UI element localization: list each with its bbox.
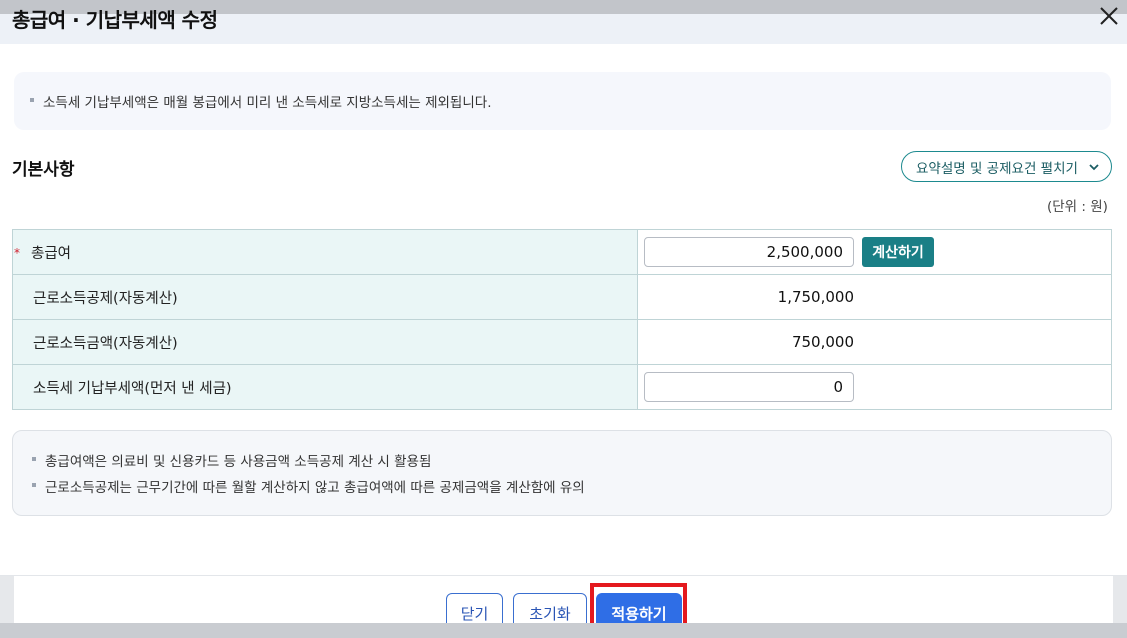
info-line-text: 총급여액은 의료비 및 신용카드 등 사용금액 소득공제 계산 시 활용됨 bbox=[45, 454, 432, 470]
footer-divider bbox=[0, 575, 1127, 576]
required-mark: * bbox=[14, 245, 20, 260]
info-line: 총급여액은 의료비 및 신용카드 등 사용금액 소득공제 계산 시 활용됨 bbox=[32, 450, 431, 470]
table-row: 근로소득금액(자동계산) 750,000 bbox=[12, 319, 1112, 365]
row-label: 근로소득공제(자동계산) bbox=[33, 290, 178, 307]
close-icon bbox=[1100, 7, 1118, 25]
earned-income-amount-value: 750,000 bbox=[791, 333, 854, 351]
chevron-down-icon bbox=[1089, 164, 1099, 171]
row-value-cell bbox=[637, 364, 1112, 410]
bullet-icon bbox=[32, 457, 36, 461]
row-value-cell: 750,000 bbox=[637, 319, 1112, 365]
form-table: * 총급여 계산하기 근로소득공제(자동계산) 1,750,000 근로소득금액(… bbox=[12, 229, 1112, 410]
notice-text: 소득세 기납부세액은 매월 봉급에서 미리 낸 소득세로 지방소득세는 제외됩니… bbox=[30, 91, 491, 111]
backdrop-bottom bbox=[0, 623, 1127, 638]
row-label: 소득세 기납부세액(먼저 낸 세금) bbox=[33, 380, 232, 397]
row-label-cell: 근로소득공제(자동계산) bbox=[12, 274, 638, 320]
table-row: 소득세 기납부세액(먼저 낸 세금) bbox=[12, 364, 1112, 410]
modal-title: 총급여 · 기납부세액 수정 bbox=[12, 8, 218, 32]
modal-dialog: 총급여 · 기납부세액 수정 소득세 기납부세액은 매월 봉급에서 미리 낸 소… bbox=[0, 0, 1127, 638]
calculate-button[interactable]: 계산하기 bbox=[862, 237, 934, 267]
expand-summary-button[interactable]: 요약설명 및 공제요건 펼치기 bbox=[901, 151, 1112, 182]
earned-income-deduction-value: 1,750,000 bbox=[777, 288, 854, 306]
row-label: 총급여 bbox=[31, 245, 72, 262]
row-label-cell: * 총급여 bbox=[12, 229, 638, 275]
bullet-icon bbox=[32, 483, 36, 487]
row-value-cell: 계산하기 bbox=[637, 229, 1112, 275]
prepaid-tax-input[interactable] bbox=[644, 372, 854, 402]
info-box bbox=[12, 430, 1112, 516]
row-label-cell: 소득세 기납부세액(먼저 낸 세금) bbox=[12, 364, 638, 410]
section-title: 기본사항 bbox=[12, 160, 75, 180]
close-button[interactable] bbox=[1097, 4, 1121, 28]
expand-summary-label: 요약설명 및 공제요건 펼치기 bbox=[916, 160, 1078, 177]
row-label: 근로소득금액(자동계산) bbox=[33, 335, 178, 352]
total-salary-input[interactable] bbox=[644, 237, 854, 267]
table-row: * 총급여 계산하기 bbox=[12, 229, 1112, 275]
notice-label: 소득세 기납부세액은 매월 봉급에서 미리 낸 소득세로 지방소득세는 제외됩니… bbox=[43, 95, 492, 111]
unit-label: (단위 : 원) bbox=[1047, 199, 1108, 215]
row-label-cell: 근로소득금액(자동계산) bbox=[12, 319, 638, 365]
row-value-cell: 1,750,000 bbox=[637, 274, 1112, 320]
bullet-icon bbox=[30, 98, 34, 102]
info-line-text: 근로소득공제는 근무기간에 따른 월할 계산하지 않고 총급여액에 따른 공제금… bbox=[45, 480, 585, 496]
info-line: 근로소득공제는 근무기간에 따른 월할 계산하지 않고 총급여액에 따른 공제금… bbox=[32, 476, 585, 496]
table-row: 근로소득공제(자동계산) 1,750,000 bbox=[12, 274, 1112, 320]
